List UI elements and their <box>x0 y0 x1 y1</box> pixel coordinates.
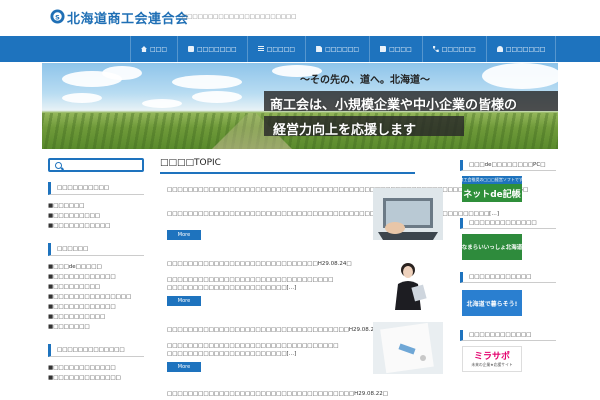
sidebar-heading: □□□□□□ <box>48 243 144 256</box>
nav-item-6[interactable]: □□□□□□ <box>423 36 487 62</box>
sidebar-link[interactable]: ■□□□□□□□□□□ <box>48 312 144 322</box>
post-thumbnail[interactable] <box>373 322 443 374</box>
left-sidebar: □□□□□□□□□□ ■□□□□□□ ■□□□□□□□□□ ■□□□□□□□□□□□ □… <box>48 158 144 383</box>
post-thumbnail[interactable] <box>373 258 443 310</box>
search-icon[interactable] <box>55 162 62 169</box>
post-title[interactable]: □□□□□□□□□□□□□□□□□□□□□□□□□□□□□□□□□□□H29.0… <box>167 326 383 334</box>
sidebar-heading: □□□□□□□□□□□□ <box>460 272 556 283</box>
more-button[interactable]: More <box>167 230 201 240</box>
sidebar-link[interactable]: ■□□□□□□□ <box>48 322 144 332</box>
hero-headline-2: 経営力向上を応援します <box>273 123 417 138</box>
site-header: S 北海道商工会連合会 □□□□□□□□□□□□□□□□□□□□□□ <box>0 0 600 36</box>
section-title: □□□□TOPIC <box>160 158 415 174</box>
nav-item-label: □□□□□ <box>266 45 296 53</box>
site-tagline: □□□□□□□□□□□□□□□□□□□□□□ <box>182 14 297 20</box>
post-thumbnail[interactable] <box>373 188 443 240</box>
sidebar-heading: □□□□□□□□□□□□□ <box>48 344 144 357</box>
sidebar-link[interactable]: ■□□□□□□□□□□□□ <box>48 272 144 282</box>
file-icon <box>316 46 323 52</box>
sidebar-link[interactable]: ■□□□de□□□□□ <box>48 262 144 272</box>
sidebar-banner[interactable]: ミラサポ 未来の企業★応援サイト <box>462 346 522 372</box>
post-title[interactable]: □□□□□□□□□□□□□□□□□□□□□□□□□□□□□□□□□□□□□□□□… <box>167 186 528 194</box>
banner-caption: 未来の企業★応援サイト <box>471 362 513 367</box>
sidebar-heading: □□□□□□□□□□□□ <box>460 330 556 341</box>
sidebar-link-list: ■□□□□□□□□□□□□ ■□□□□□□□□□□□□□ <box>48 363 144 383</box>
sidebar-heading: □□□□□□□□□□ <box>48 182 144 195</box>
nav-item-label: □□□□□□ <box>441 45 476 53</box>
phone-icon <box>432 46 439 52</box>
main-content: □□□□TOPIC □□□□□□□□□□□□□□□□□□□□□□□□□□□□□□… <box>160 158 528 397</box>
list-icon <box>257 46 264 52</box>
nav-item-label: □□□□□□□ <box>197 45 237 53</box>
nav-item-7[interactable]: □□□□□□□ <box>487 36 557 62</box>
main-nav: □□□ □□□□□□□ □□□□□ □□□□□□ □□□□ □□□□□□ □□□□□□□ <box>0 36 600 62</box>
site-title[interactable]: 北海道商工会連合会 <box>67 8 189 27</box>
more-button[interactable]: More <box>167 296 201 306</box>
banner-title: ネットde記帳 <box>462 184 522 202</box>
nav-item-1[interactable]: □□□ <box>130 36 179 62</box>
banner-caption: 商工会推奨の□□□経営ソフトです! <box>462 176 522 184</box>
post-excerpt: □□□□□□□□□□□□□□□□□□□□□□□□□□□□□□□□ □□□□□□□… <box>167 277 334 291</box>
book-icon <box>380 46 387 52</box>
banner-title: なまらいいっしょ北海道 <box>462 234 522 260</box>
sidebar-link[interactable]: ■□□□□□□□□□□□□□□□ <box>48 292 144 302</box>
post-excerpt: □□□□□□□□□□□□□□□□□□□□□□□□□□□□□□□□□□□□□□□□… <box>167 211 499 217</box>
nav-item-label: □□□□□□ <box>325 45 360 53</box>
nav-item-label: □□□□□□□ <box>505 45 546 53</box>
user-icon <box>496 46 503 52</box>
sidebar-heading: □□□de□□□□□□□□PC□ <box>460 160 556 171</box>
sidebar-link[interactable]: ■□□□□□□□□□ <box>48 282 144 292</box>
doc-icon <box>188 46 195 52</box>
post-title[interactable]: □□□□□□□□□□□□□□□□□□□□□□□□□□□□□□□□□□□□H29.… <box>167 390 388 398</box>
search-input[interactable] <box>48 158 144 172</box>
nav-item-label: □□□ <box>150 45 168 53</box>
nav-item-5[interactable]: □□□□ <box>370 36 423 62</box>
sidebar-link[interactable]: ■□□□□□□□□□□□ <box>48 221 144 231</box>
more-button[interactable]: More <box>167 362 201 372</box>
hero-subtitle: 〜その先の、道へ。北海道〜 <box>300 75 430 86</box>
home-icon <box>141 46 147 52</box>
sidebar-heading: □□□□□□□□□□□□□ <box>460 218 556 229</box>
sidebar-banner[interactable]: 商工会推奨の□□□経営ソフトです! ネットde記帳 <box>462 176 522 202</box>
nav-item-label: □□□□ <box>389 45 412 53</box>
banner-title: 北海道で暮らそう! <box>462 290 522 316</box>
nav-item-2[interactable]: □□□□□□□ <box>178 36 248 62</box>
sidebar-link[interactable]: ■□□□□□□□□□□□□ <box>48 363 144 373</box>
sidebar-banner[interactable]: 北海道で暮らそう! <box>462 290 522 316</box>
nav-item-3[interactable]: □□□□□ <box>248 36 307 62</box>
nav-item-4[interactable]: □□□□□□ <box>306 36 371 62</box>
svg-text:S: S <box>55 13 60 21</box>
logo-icon[interactable]: S <box>50 9 65 24</box>
sidebar-link[interactable]: ■□□□□□□□□□ <box>48 211 144 221</box>
sidebar-banner[interactable]: なまらいいっしょ北海道 <box>462 234 522 260</box>
sidebar-link[interactable]: ■□□□□□□□□□□□□ <box>48 302 144 312</box>
sidebar-link-list: ■□□□de□□□□□ ■□□□□□□□□□□□□ ■□□□□□□□□□ ■□□□□□… <box>48 262 144 332</box>
hero-headline-1: 商工会は、小規模企業や中小企業の皆様の <box>270 98 518 113</box>
post-excerpt: □□□□□□□□□□□□□□□□□□□□□□□□□□□□□□□□□ □□□□□□… <box>167 343 339 357</box>
sidebar-link[interactable]: ■□□□□□□ <box>48 201 144 211</box>
sidebar-link[interactable]: ■□□□□□□□□□□□□□ <box>48 373 144 383</box>
sidebar-link-list: ■□□□□□□ ■□□□□□□□□□ ■□□□□□□□□□□□ <box>48 201 144 231</box>
post-title[interactable]: □□□□□□□□□□□□□□□□□□□□□□□□□□□□□H29.08.24□ <box>167 260 367 268</box>
banner-title: ミラサポ <box>473 352 510 362</box>
hero-banner: 〜その先の、道へ。北海道〜 商工会は、小規模企業や中小企業の皆様の 経営力向上を… <box>42 63 558 149</box>
